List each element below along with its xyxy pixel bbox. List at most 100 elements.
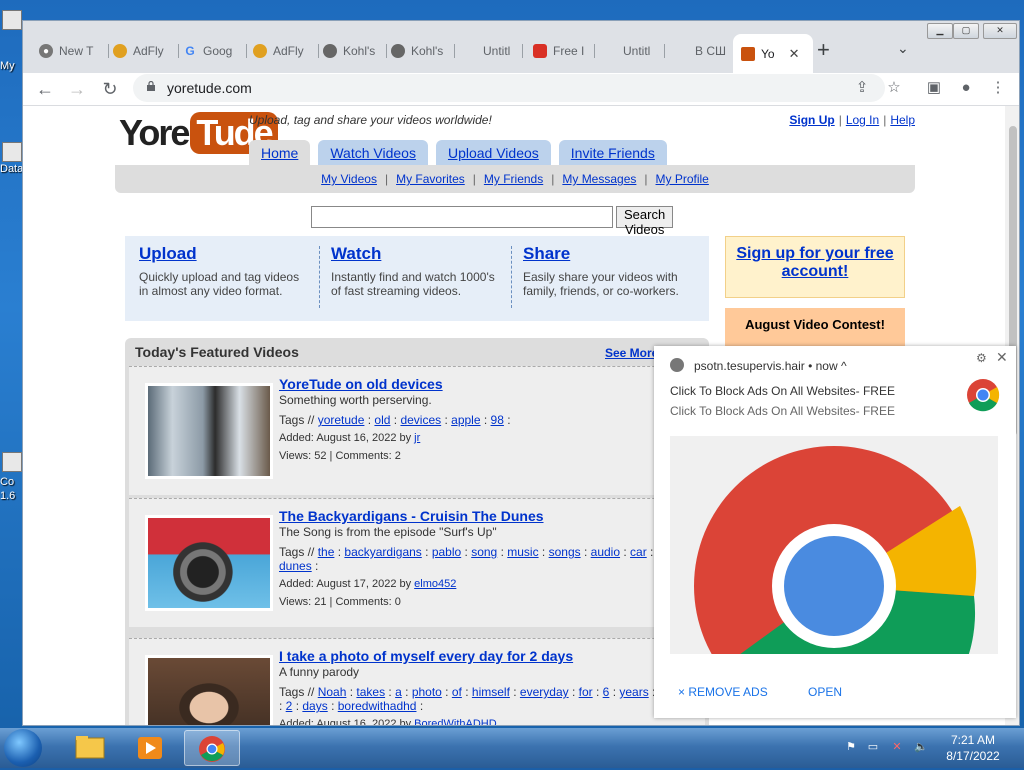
my-favorites-link[interactable]: My Favorites	[396, 172, 465, 186]
close-icon[interactable]: ✕	[996, 349, 1008, 366]
video-title[interactable]: I take a photo of myself every day for 2…	[279, 649, 699, 663]
my-videos-link[interactable]: My Videos	[321, 172, 377, 186]
login-link[interactable]: Log In	[846, 113, 879, 127]
tag-link[interactable]: car	[630, 545, 647, 559]
tag-link[interactable]: music	[507, 545, 538, 559]
tab[interactable]: G Goog	[183, 38, 247, 64]
open-button[interactable]: OPEN	[808, 685, 842, 699]
tab-label[interactable]: Upload Videos	[448, 145, 539, 161]
minimize-button[interactable]: ▁	[927, 23, 953, 39]
tag-link[interactable]: pablo	[432, 545, 461, 559]
promo-title[interactable]: Watch	[331, 244, 381, 263]
tab-invite[interactable]: Invite Friends	[558, 140, 667, 165]
tag-link[interactable]: everyday	[520, 685, 569, 699]
explorer-taskbar-icon[interactable]	[62, 730, 118, 766]
close-icon[interactable]: ✕	[789, 46, 800, 62]
chrome-taskbar-icon[interactable]	[184, 730, 240, 766]
tab[interactable]: AdFly	[113, 38, 179, 64]
tag-link[interactable]: old	[374, 413, 390, 427]
profile-icon[interactable]: ●	[955, 77, 977, 99]
star-icon[interactable]: ☆	[883, 77, 905, 99]
help-link[interactable]: Help	[890, 113, 915, 127]
tab-watch[interactable]: Watch Videos	[318, 140, 428, 165]
my-profile-link[interactable]: My Profile	[656, 172, 709, 186]
forward-arrow-icon[interactable]: →	[65, 77, 89, 101]
start-button[interactable]	[4, 729, 42, 767]
maximize-button[interactable]: ▢	[953, 23, 979, 39]
tag-link[interactable]: years	[619, 685, 648, 699]
signup-box-link[interactable]: Sign up for your free account!	[736, 245, 893, 280]
my-messages-link[interactable]: My Messages	[562, 172, 636, 186]
video-thumbnail[interactable]	[145, 515, 273, 611]
volume-icon[interactable]: 🔈	[914, 740, 928, 754]
network-icon[interactable]: ✕	[890, 740, 904, 754]
tag-link[interactable]: 98	[491, 413, 504, 427]
promo-title[interactable]: Share	[523, 244, 570, 263]
sidepanel-icon[interactable]: ▣	[923, 77, 945, 99]
tag-link[interactable]: himself	[472, 685, 510, 699]
search-button[interactable]: Search Videos	[616, 206, 674, 237]
tag-link[interactable]: days	[302, 699, 327, 713]
address-bar[interactable]: yoretude.com	[133, 74, 885, 102]
tag-link[interactable]: apple	[451, 413, 480, 427]
tab[interactable]: ● New T	[39, 38, 109, 64]
my-friends-link[interactable]: My Friends	[484, 172, 543, 186]
tab[interactable]: В СШ	[675, 38, 731, 64]
tag-link[interactable]: for	[579, 685, 593, 699]
tag-link[interactable]: backyardigans	[344, 545, 421, 559]
user-link[interactable]: BoredWithADHD	[414, 718, 497, 725]
tag-link[interactable]: boredwithadhd	[338, 699, 417, 713]
tab[interactable]: Kohl's	[323, 38, 387, 64]
tag-link[interactable]: 2	[286, 699, 293, 713]
tag-link[interactable]: of	[452, 685, 462, 699]
tag-link[interactable]: yoretude	[318, 413, 365, 427]
tab-label[interactable]: Watch Videos	[330, 145, 416, 161]
user-link[interactable]: elmo452	[414, 578, 456, 590]
remove-ads-button[interactable]: × REMOVE ADS	[678, 685, 768, 699]
data-icon[interactable]	[2, 142, 22, 162]
signup-link[interactable]: Sign Up	[789, 113, 834, 127]
promo-title[interactable]: Upload	[139, 244, 197, 263]
tab-upload[interactable]: Upload Videos	[435, 140, 551, 165]
video-thumbnail[interactable]	[145, 383, 273, 479]
tab-home[interactable]: Home	[249, 140, 311, 165]
tab[interactable]: AdFly	[253, 38, 319, 64]
flag-icon[interactable]: ⚑	[844, 740, 858, 754]
share-icon[interactable]: ⇪	[851, 77, 873, 99]
tag-link[interactable]: devices	[400, 413, 441, 427]
tag-link[interactable]: 6	[603, 685, 610, 699]
tab-label[interactable]: Home	[261, 145, 298, 161]
video-thumbnail[interactable]	[145, 655, 273, 725]
monitor-icon[interactable]: ▭	[866, 740, 880, 754]
gear-icon[interactable]: ⚙	[976, 351, 987, 365]
tag-link[interactable]: the	[318, 545, 335, 559]
new-tab-button[interactable]: +	[817, 39, 830, 61]
push-notification[interactable]: psotn.tesupervis.hair • now ^ ⚙ ✕ Click …	[654, 346, 1016, 754]
tag-link[interactable]: dunes	[279, 559, 312, 573]
back-arrow-icon[interactable]: ←	[33, 77, 57, 101]
tag-link[interactable]: photo	[412, 685, 442, 699]
clock[interactable]: 7:21 AM 8/17/2022	[944, 732, 1002, 764]
tab[interactable]: Untitl	[463, 38, 523, 64]
user-link[interactable]: jr	[414, 432, 420, 444]
menu-dots-icon[interactable]: ⋮	[987, 77, 1009, 99]
tag-link[interactable]: a	[395, 685, 402, 699]
computer-icon[interactable]	[2, 10, 22, 30]
tab[interactable]: Free I	[533, 38, 595, 64]
tag-link[interactable]: song	[471, 545, 497, 559]
media-player-taskbar-icon[interactable]	[122, 730, 178, 766]
tag-link[interactable]: takes	[356, 685, 385, 699]
search-input[interactable]	[311, 206, 613, 228]
tab-label[interactable]: Invite Friends	[571, 145, 655, 161]
tab[interactable]: Untitl	[603, 38, 665, 64]
reload-icon[interactable]: ↻	[98, 77, 122, 101]
video-title[interactable]: The Backyardigans - Cruisin The Dunes	[279, 509, 699, 523]
close-window-button[interactable]: ✕	[983, 23, 1017, 39]
tag-link[interactable]: songs	[549, 545, 581, 559]
video-title[interactable]: YoreTude on old devices	[279, 377, 699, 391]
app-icon[interactable]	[2, 452, 22, 472]
tab[interactable]: Kohl's	[391, 38, 455, 64]
tag-link[interactable]: Noah	[318, 685, 347, 699]
tab-active[interactable]: Yo ✕	[733, 34, 813, 73]
tag-link[interactable]: audio	[591, 545, 620, 559]
